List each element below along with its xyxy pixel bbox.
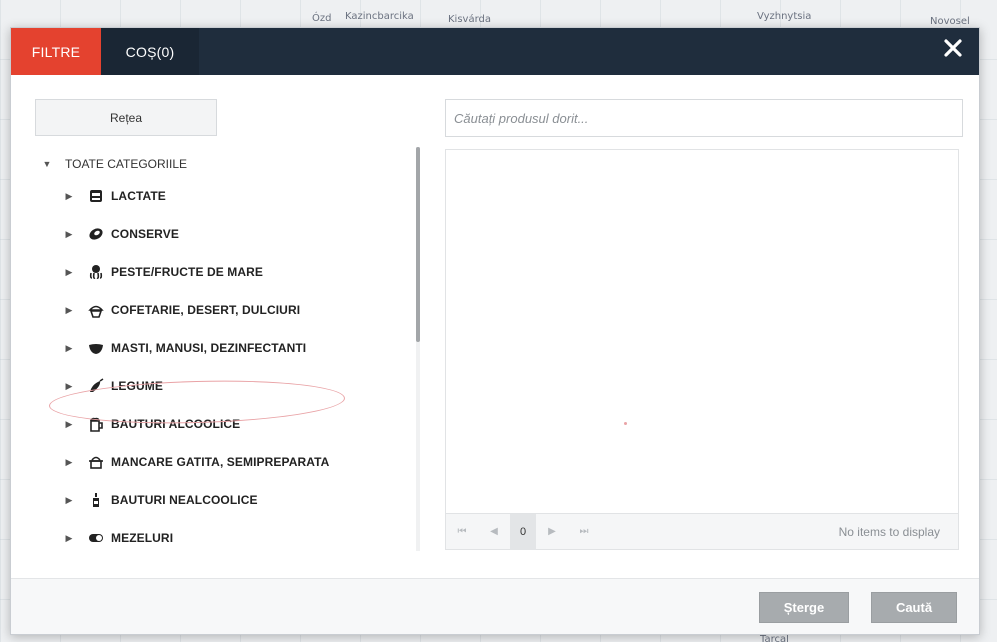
category-item-lactate[interactable]: ▶ LACTATE: [35, 177, 421, 215]
network-button[interactable]: Rețea: [35, 99, 217, 136]
pager: ⏮ ◀ 0 ▶ ⏭ No items to display: [446, 513, 958, 550]
caret-right-icon[interactable]: ▶: [61, 191, 77, 202]
tree-root-label: TOATE CATEGORIILE: [65, 157, 188, 171]
product-grid: ⏮ ◀ 0 ▶ ⏭ No items to display: [445, 149, 959, 550]
map-label: Vyzhnytsia: [757, 11, 812, 22]
map-label: Kisvárda: [448, 14, 492, 25]
category-label: MANCARE GATITA, SEMIPREPARATA: [111, 455, 330, 469]
caret-right-icon[interactable]: ▶: [61, 267, 77, 278]
pager-info: No items to display: [838, 524, 940, 539]
category-label: MASTI, MANUSI, DEZINFECTANTI: [111, 341, 307, 355]
map-label: Novosel: [930, 16, 970, 27]
category-label: LEGUME: [111, 379, 163, 393]
caret-right-icon[interactable]: ▶: [61, 457, 77, 468]
category-item-peste[interactable]: ▶ PESTE/FRUCTE DE MARE: [35, 253, 421, 291]
cupcake-icon: [87, 301, 105, 319]
caret-right-icon[interactable]: ▶: [61, 229, 77, 240]
caret-right-icon[interactable]: ▶: [61, 533, 77, 544]
octopus-icon: [87, 263, 105, 281]
dialog-body: Rețea ▼ TOATE CATEGORIILE ▶ LACTATE ▶ CO…: [11, 75, 979, 580]
category-label: CONSERVE: [111, 227, 179, 241]
first-page-icon[interactable]: ⏮: [446, 514, 478, 550]
dairy-icon: [87, 187, 105, 205]
category-label: BAUTURI NEALCOOLICE: [111, 493, 258, 507]
cooking-pot-icon: [87, 453, 105, 471]
beer-icon: [87, 415, 105, 433]
close-icon-svg: [944, 39, 962, 57]
category-item-masti[interactable]: ▶ MASTI, MANUSI, DEZINFECTANTI: [35, 329, 421, 367]
mask-icon: [87, 339, 105, 357]
caret-right-icon[interactable]: ▶: [61, 343, 77, 354]
category-item-bauturi-nealcoolice[interactable]: ▶ BAUTURI NEALCOOLICE: [35, 481, 421, 519]
caret-right-icon[interactable]: ▶: [61, 305, 77, 316]
map-label: Ózd: [312, 13, 332, 24]
product-search-input[interactable]: [445, 99, 963, 137]
tab-filters[interactable]: FILTRE: [11, 28, 101, 75]
map-label: Tarcal: [760, 634, 789, 642]
bottle-icon: [87, 491, 105, 509]
category-label: PESTE/FRUCTE DE MARE: [111, 265, 264, 279]
category-label: BAUTURI ALCOOLICE: [111, 417, 241, 431]
prev-page-icon[interactable]: ◀: [478, 514, 510, 550]
caret-down-icon[interactable]: ▼: [39, 159, 55, 169]
loading-dot: [624, 422, 627, 425]
tree-root[interactable]: ▼ TOATE CATEGORIILE: [35, 151, 421, 177]
category-item-conserve[interactable]: ▶ CONSERVE: [35, 215, 421, 253]
caret-right-icon[interactable]: ▶: [61, 419, 77, 430]
tab-cart[interactable]: COȘ(0): [101, 28, 199, 75]
search-button[interactable]: Caută: [871, 592, 957, 623]
tree-scrollbar[interactable]: [416, 147, 420, 551]
category-tree: ▼ TOATE CATEGORIILE ▶ LACTATE ▶ CONSERVE…: [35, 151, 421, 555]
category-item-mancare-gatita[interactable]: ▶ MANCARE GATITA, SEMIPREPARATA: [35, 443, 421, 481]
current-page[interactable]: 0: [510, 513, 536, 550]
category-item-bauturi-alcoolice[interactable]: ▶ BAUTURI ALCOOLICE: [35, 405, 421, 443]
tree-scrollbar-thumb[interactable]: [416, 147, 420, 342]
close-icon[interactable]: [939, 37, 967, 65]
category-item-cofetarie[interactable]: ▶ COFETARIE, DESERT, DULCIURI: [35, 291, 421, 329]
last-page-icon[interactable]: ⏭: [568, 514, 600, 550]
dialog-footer: Șterge Caută: [11, 578, 979, 634]
vegetable-icon: [87, 377, 105, 395]
category-item-legume[interactable]: ▶ LEGUME: [35, 367, 421, 405]
canned-food-icon: [87, 225, 105, 243]
caret-right-icon[interactable]: ▶: [61, 495, 77, 506]
dialog-header: FILTRE COȘ(0): [11, 28, 979, 75]
clear-button[interactable]: Șterge: [759, 592, 849, 623]
map-label: Kazincbarcika: [345, 11, 414, 22]
category-label: LACTATE: [111, 189, 166, 203]
next-page-icon[interactable]: ▶: [536, 514, 568, 550]
caret-right-icon[interactable]: ▶: [61, 381, 77, 392]
category-label: MEZELURI: [111, 531, 174, 545]
category-item-mezeluri[interactable]: ▶ MEZELURI: [35, 519, 421, 555]
filter-dialog: FILTRE COȘ(0) Rețea ▼ TOATE CATEGORIILE …: [10, 27, 980, 635]
salami-icon: [87, 529, 105, 547]
category-label: COFETARIE, DESERT, DULCIURI: [111, 303, 301, 317]
